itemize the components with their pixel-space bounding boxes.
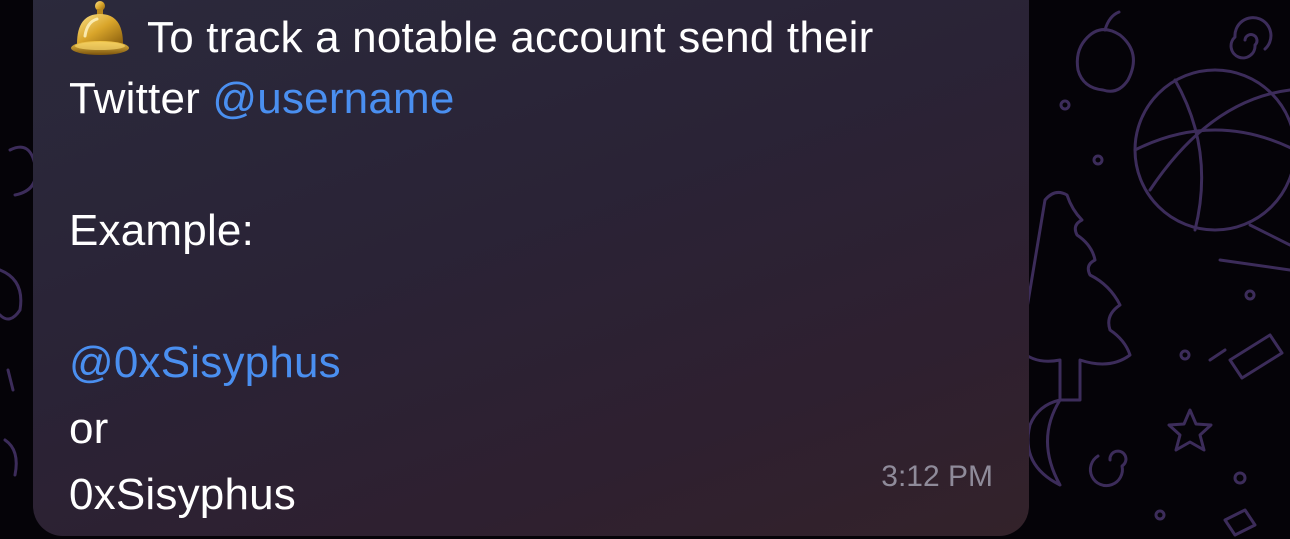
plain-handle-text: 0xSisyphus — [69, 470, 297, 519]
username-link[interactable]: @username — [212, 74, 454, 123]
message-text: To track a notable account send their Tw… — [69, 0, 1009, 528]
bell-icon — [71, 1, 129, 55]
or-text: or — [69, 404, 109, 453]
message-timestamp: 3:12 PM — [881, 460, 993, 493]
message-bubble[interactable]: To track a notable account send their Tw… — [33, 0, 1029, 536]
example-label: Example: — [69, 206, 255, 255]
twitter-label: Twitter — [69, 74, 200, 123]
message-line-2: Twitter @username — [69, 66, 1009, 132]
message-line-1: To track a notable account send their — [69, 0, 1009, 66]
example-username-link[interactable]: @0xSisyphus — [69, 330, 1009, 396]
intro-text: To track a notable account send their — [147, 13, 874, 62]
